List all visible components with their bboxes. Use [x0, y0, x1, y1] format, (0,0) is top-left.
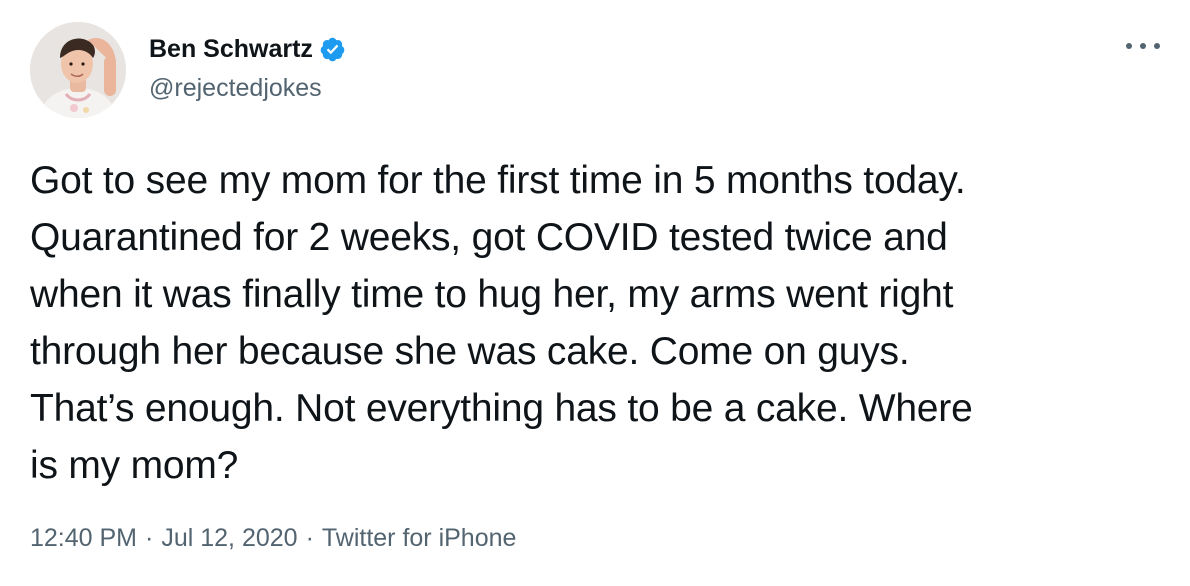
tweet-card: Ben Schwartz @rejectedjokes Got to see m…: [0, 0, 1190, 586]
more-dot: [1140, 43, 1146, 49]
tweet-text-line: Got to see my mom for the first time in …: [30, 159, 966, 202]
handle[interactable]: @rejectedjokes: [149, 73, 322, 103]
tweet-date[interactable]: Jul 12, 2020: [161, 524, 297, 552]
verified-badge-icon: [320, 37, 345, 61]
tweet-text-line: is my mom?: [30, 444, 239, 487]
profile-photo-icon: [30, 22, 126, 118]
tweet-text: Got to see my mom for the first time in …: [30, 152, 1170, 494]
tweet-time[interactable]: 12:40 PM: [30, 524, 137, 552]
display-name[interactable]: Ben Schwartz: [149, 34, 313, 64]
tweet-text-line: That’s enough. Not everything has to be …: [30, 387, 973, 430]
tweet-text-line: when it was finally time to hug her, my …: [30, 273, 954, 316]
meta-separator: ·: [145, 524, 154, 552]
more-dot: [1126, 43, 1132, 49]
tweet-text-line: Quarantined for 2 weeks, got COVID teste…: [30, 216, 948, 259]
meta-separator: ·: [305, 524, 314, 552]
avatar[interactable]: [30, 22, 126, 118]
more-options-icon[interactable]: [1126, 34, 1160, 58]
author-name-row[interactable]: Ben Schwartz: [149, 34, 346, 64]
tweet-text-line: through her because she was cake. Come o…: [30, 330, 910, 373]
tweet-meta: 12:40 PM · Jul 12, 2020 · Twitter for iPhone: [30, 522, 516, 554]
tweet-source[interactable]: Twitter for iPhone: [322, 524, 517, 552]
more-dot: [1154, 43, 1160, 49]
